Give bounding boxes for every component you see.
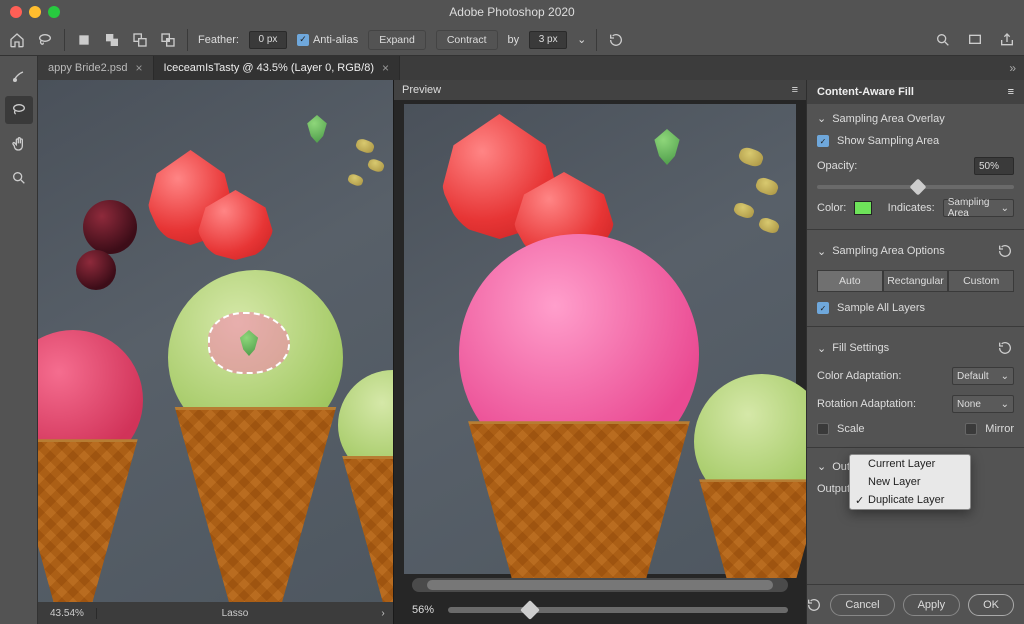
feather-label: Feather: <box>198 34 239 46</box>
opacity-input[interactable] <box>974 157 1014 175</box>
overlay-section-header[interactable]: ⌄Sampling Area Overlay <box>817 112 1014 125</box>
antialias-checkbox[interactable]: ✓ <box>297 34 309 46</box>
popup-item-new-layer[interactable]: New Layer <box>850 473 970 491</box>
indicates-select[interactable]: Sampling Area⌄ <box>943 199 1014 217</box>
opacity-slider[interactable] <box>817 185 1014 189</box>
lasso-selection[interactable] <box>208 312 290 374</box>
popup-item-duplicate-layer[interactable]: Duplicate Layer <box>850 491 970 509</box>
zoom-readout[interactable]: 43.54% <box>38 608 97 619</box>
preview-hscroll[interactable] <box>412 578 788 592</box>
zoom-tool[interactable] <box>5 164 33 192</box>
sample-all-layers-label: Sample All Layers <box>837 302 925 314</box>
tab-label: IceceamIsTasty @ 43.5% (Layer 0, RGB/8) <box>164 62 374 74</box>
screenmode-icon[interactable] <box>966 31 984 49</box>
color-adapt-select[interactable]: Default⌄ <box>952 367 1014 385</box>
lasso-tool-icon[interactable] <box>36 31 54 49</box>
tab-overflow-chevron[interactable]: » <box>1001 61 1024 75</box>
tool-readout: Lasso <box>97 608 373 619</box>
window-close-button[interactable] <box>10 6 22 18</box>
expand-button[interactable]: Expand <box>368 30 426 50</box>
chevron-down-icon: ⌄ <box>1001 371 1009 382</box>
panel-menu-icon[interactable]: ≡ <box>1008 86 1014 98</box>
document-tab-1[interactable]: appy Bride2.psd × <box>38 56 154 80</box>
rot-adapt-label: Rotation Adaptation: <box>817 398 916 410</box>
reset-icon[interactable] <box>607 31 625 49</box>
reset-all-icon[interactable] <box>806 595 822 615</box>
opacity-label: Opacity: <box>817 160 857 172</box>
document-tab-bar: appy Bride2.psd × IceceamIsTasty @ 43.5% … <box>38 56 1024 80</box>
panel-title: Content-Aware Fill <box>817 86 914 98</box>
intersect-selection-icon[interactable] <box>159 31 177 49</box>
chevron-down-icon: ⌄ <box>817 460 826 473</box>
mirror-label: Mirror <box>985 423 1014 435</box>
window-zoom-button[interactable] <box>48 6 60 18</box>
close-icon[interactable]: × <box>136 61 143 75</box>
status-bar: 43.54% Lasso › <box>38 602 393 624</box>
feather-input[interactable] <box>249 31 287 49</box>
show-sampling-checkbox[interactable]: ✓ <box>817 135 829 147</box>
mode-auto-button[interactable]: Auto <box>817 270 883 292</box>
new-selection-icon[interactable] <box>75 31 93 49</box>
add-selection-icon[interactable] <box>103 31 121 49</box>
mode-custom-button[interactable]: Custom <box>948 270 1014 292</box>
by-label: by <box>508 34 520 46</box>
output-to-popup: Current Layer New Layer Duplicate Layer <box>849 454 971 510</box>
scale-label: Scale <box>837 423 865 435</box>
antialias-label: Anti-alias <box>313 34 358 46</box>
chevron-down-icon: ⌄ <box>1001 203 1009 214</box>
chevron-down-icon: ⌄ <box>817 112 826 125</box>
contract-button[interactable]: Contract <box>436 30 498 50</box>
by-dropdown-chevron[interactable]: ⌄ <box>577 33 586 46</box>
options-bar: Feather: ✓ Anti-alias Expand Contract by… <box>0 24 1024 56</box>
reset-section-icon[interactable] <box>996 242 1014 260</box>
rot-adapt-select[interactable]: None⌄ <box>952 395 1014 413</box>
search-icon[interactable] <box>934 31 952 49</box>
indicates-label: Indicates: <box>888 202 935 214</box>
panel-menu-icon[interactable]: ≡ <box>792 84 798 96</box>
document-tab-2[interactable]: IceceamIsTasty @ 43.5% (Layer 0, RGB/8) × <box>154 56 400 80</box>
window-minimize-button[interactable] <box>29 6 41 18</box>
fill-section-header[interactable]: ⌄Fill Settings <box>817 339 1014 357</box>
app-title: Adobe Photoshop 2020 <box>449 5 574 19</box>
tab-label: appy Bride2.psd <box>48 62 128 74</box>
preview-title: Preview <box>402 84 441 96</box>
apply-button[interactable]: Apply <box>903 594 961 616</box>
sampling-brush-tool[interactable] <box>5 62 33 90</box>
status-chevron-icon[interactable]: › <box>373 608 393 619</box>
source-canvas[interactable] <box>38 80 393 602</box>
home-icon[interactable] <box>8 31 26 49</box>
chevron-down-icon: ⌄ <box>817 342 826 355</box>
cancel-button[interactable]: Cancel <box>830 594 894 616</box>
by-input[interactable] <box>529 31 567 49</box>
sampling-mode-segment: Auto Rectangular Custom <box>817 270 1014 292</box>
source-canvas-panel: 43.54% Lasso › <box>38 80 394 624</box>
scale-checkbox[interactable] <box>817 423 829 435</box>
share-icon[interactable] <box>998 31 1016 49</box>
mirror-checkbox[interactable] <box>965 423 977 435</box>
tool-palette <box>0 56 38 624</box>
chevron-down-icon: ⌄ <box>817 245 826 258</box>
preview-panel: Preview ≡ <box>394 80 806 624</box>
overlay-color-swatch[interactable] <box>854 201 871 215</box>
lasso-tool[interactable] <box>5 96 33 124</box>
close-icon[interactable]: × <box>382 61 389 75</box>
content-aware-fill-panel: Content-Aware Fill ≡ ⌄Sampling Area Overl… <box>806 80 1024 624</box>
sample-all-layers-checkbox[interactable]: ✓ <box>817 302 829 314</box>
ok-button[interactable]: OK <box>968 594 1014 616</box>
reset-section-icon[interactable] <box>996 339 1014 357</box>
chevron-down-icon: ⌄ <box>1001 399 1009 410</box>
hand-tool[interactable] <box>5 130 33 158</box>
preview-canvas[interactable] <box>394 100 806 578</box>
color-label: Color: <box>817 202 846 214</box>
options-section-header[interactable]: ⌄Sampling Area Options <box>817 242 1014 260</box>
preview-zoom-readout[interactable]: 56% <box>412 604 434 616</box>
popup-item-current-layer[interactable]: Current Layer <box>850 455 970 473</box>
mode-rectangular-button[interactable]: Rectangular <box>883 270 949 292</box>
title-bar: Adobe Photoshop 2020 <box>0 0 1024 24</box>
show-sampling-label: Show Sampling Area <box>837 135 939 147</box>
color-adapt-label: Color Adaptation: <box>817 370 901 382</box>
preview-zoom-slider[interactable] <box>448 607 788 613</box>
subtract-selection-icon[interactable] <box>131 31 149 49</box>
